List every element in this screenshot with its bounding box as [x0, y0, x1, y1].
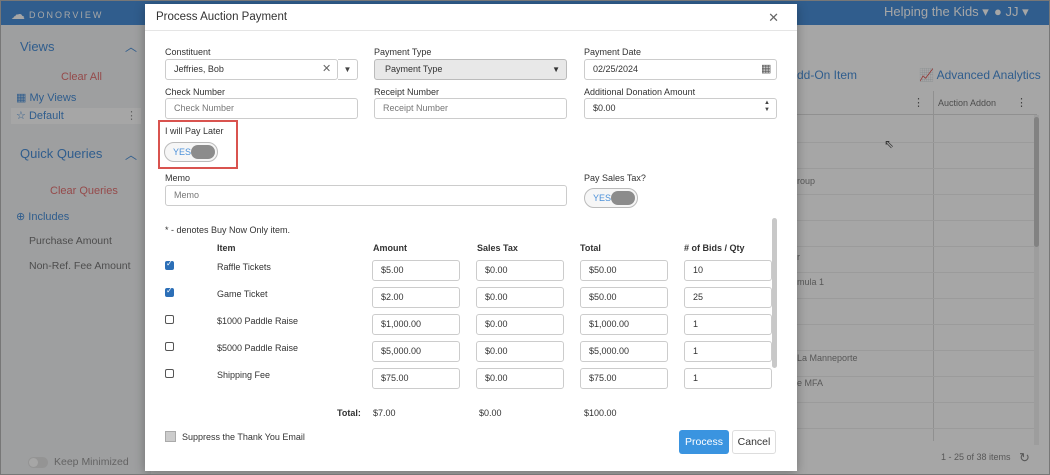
qty-input[interactable]: 10	[684, 260, 772, 281]
dialog-header-divider	[145, 30, 797, 31]
grand-total: $100.00	[584, 408, 617, 418]
receipt-number-label: Receipt Number	[374, 87, 440, 97]
item-checkbox[interactable]	[165, 259, 174, 270]
check-number-input[interactable]: Check Number	[165, 98, 358, 119]
total-input[interactable]: $75.00	[580, 368, 668, 389]
check-number-label: Check Number	[165, 87, 226, 97]
amount-input[interactable]: $1,000.00	[372, 314, 460, 335]
calendar-icon[interactable]: ▦	[761, 62, 771, 75]
dialog-title: Process Auction Payment	[156, 11, 288, 23]
qty-input[interactable]: 1	[684, 341, 772, 362]
amount-input[interactable]: $5,000.00	[372, 341, 460, 362]
mouse-cursor-icon: ⇖	[884, 137, 895, 151]
item-name: Shipping Fee	[217, 370, 271, 380]
item-checkbox[interactable]	[165, 369, 174, 378]
receipt-number-input[interactable]: Receipt Number	[374, 98, 567, 119]
pay-sales-tax-toggle-text: YES	[593, 193, 612, 203]
sales-tax-input[interactable]: $0.00	[476, 287, 564, 308]
spinner-arrows-icon[interactable]: ▲ ▼	[762, 100, 772, 114]
payment-type-select[interactable]: Payment Type ▼	[374, 59, 567, 80]
toggle-knob	[611, 191, 635, 205]
suppress-thank-you-option[interactable]: Suppress the Thank You Email	[165, 431, 305, 442]
item-name: $1000 Paddle Raise	[217, 316, 299, 326]
memo-input[interactable]: Memo	[165, 185, 567, 206]
column-header-total: Total	[580, 243, 601, 253]
qty-input[interactable]: 1	[684, 368, 772, 389]
item-name: Raffle Tickets	[217, 262, 271, 272]
total-sales-tax: $0.00	[479, 408, 502, 418]
item-checkbox[interactable]	[165, 315, 174, 324]
column-header-bids-qty: # of Bids / Qty	[684, 243, 745, 253]
item-checkbox[interactable]	[165, 342, 174, 351]
additional-donation-label: Additional Donation Amount	[584, 87, 696, 97]
total-input[interactable]: $50.00	[580, 260, 668, 281]
total-input[interactable]: $50.00	[580, 287, 668, 308]
screenshot-frame: ☁ DONORVIEW Helping the Kids ▾ ● JJ ▾ Vi…	[0, 0, 1050, 475]
suppress-label: Suppress the Thank You Email	[182, 431, 305, 442]
item-name: $5000 Paddle Raise	[217, 343, 299, 353]
column-header-amount: Amount	[373, 243, 407, 253]
total-input[interactable]: $1,000.00	[580, 314, 668, 335]
table-scrollbar[interactable]	[772, 218, 777, 368]
payment-type-value: Payment Type	[385, 64, 443, 74]
sales-tax-input[interactable]: $0.00	[476, 368, 564, 389]
amount-input[interactable]: $75.00	[372, 368, 460, 389]
column-header-sales-tax: Sales Tax	[477, 243, 518, 253]
sales-tax-input[interactable]: $0.00	[476, 341, 564, 362]
pay-later-label: I will Pay Later	[165, 126, 224, 136]
item-name: Game Ticket	[217, 289, 268, 299]
qty-input[interactable]: 25	[684, 287, 772, 308]
qty-input[interactable]: 1	[684, 314, 772, 335]
item-checkbox[interactable]	[165, 286, 174, 297]
chevron-down-icon: ▼	[552, 65, 560, 74]
totals-label: Total:	[337, 408, 361, 418]
constituent-dropdown-button[interactable]: ▼	[338, 59, 358, 80]
process-button[interactable]: Process	[679, 430, 729, 454]
memo-label: Memo	[165, 173, 191, 183]
additional-donation-input[interactable]: $0.00	[584, 98, 777, 119]
pay-sales-tax-label: Pay Sales Tax?	[584, 173, 646, 183]
amount-input[interactable]: $5.00	[372, 260, 460, 281]
cancel-button[interactable]: Cancel	[732, 430, 776, 454]
payment-type-label: Payment Type	[374, 47, 432, 57]
pay-later-toggle-text: YES	[173, 147, 192, 157]
buy-now-note: * - denotes Buy Now Only item.	[165, 225, 291, 235]
constituent-field[interactable]: Jeffries, Bob	[165, 59, 338, 80]
sales-tax-input[interactable]: $0.00	[476, 260, 564, 281]
constituent-label: Constituent	[165, 47, 211, 57]
sales-tax-input[interactable]: $0.00	[476, 314, 564, 335]
clear-icon[interactable]: ✕	[322, 62, 331, 75]
toggle-knob	[191, 145, 215, 159]
payment-date-label: Payment Date	[584, 47, 642, 57]
total-amount: $7.00	[373, 408, 396, 418]
amount-input[interactable]: $2.00	[372, 287, 460, 308]
pay-later-toggle[interactable]: YES	[164, 142, 218, 162]
column-header-item: Item	[217, 243, 236, 253]
pay-sales-tax-toggle[interactable]: YES	[584, 188, 638, 208]
suppress-checkbox[interactable]	[165, 431, 176, 442]
close-icon[interactable]: ✕	[768, 10, 779, 26]
payment-date-field[interactable]: 02/25/2024	[584, 59, 777, 80]
total-input[interactable]: $5,000.00	[580, 341, 668, 362]
